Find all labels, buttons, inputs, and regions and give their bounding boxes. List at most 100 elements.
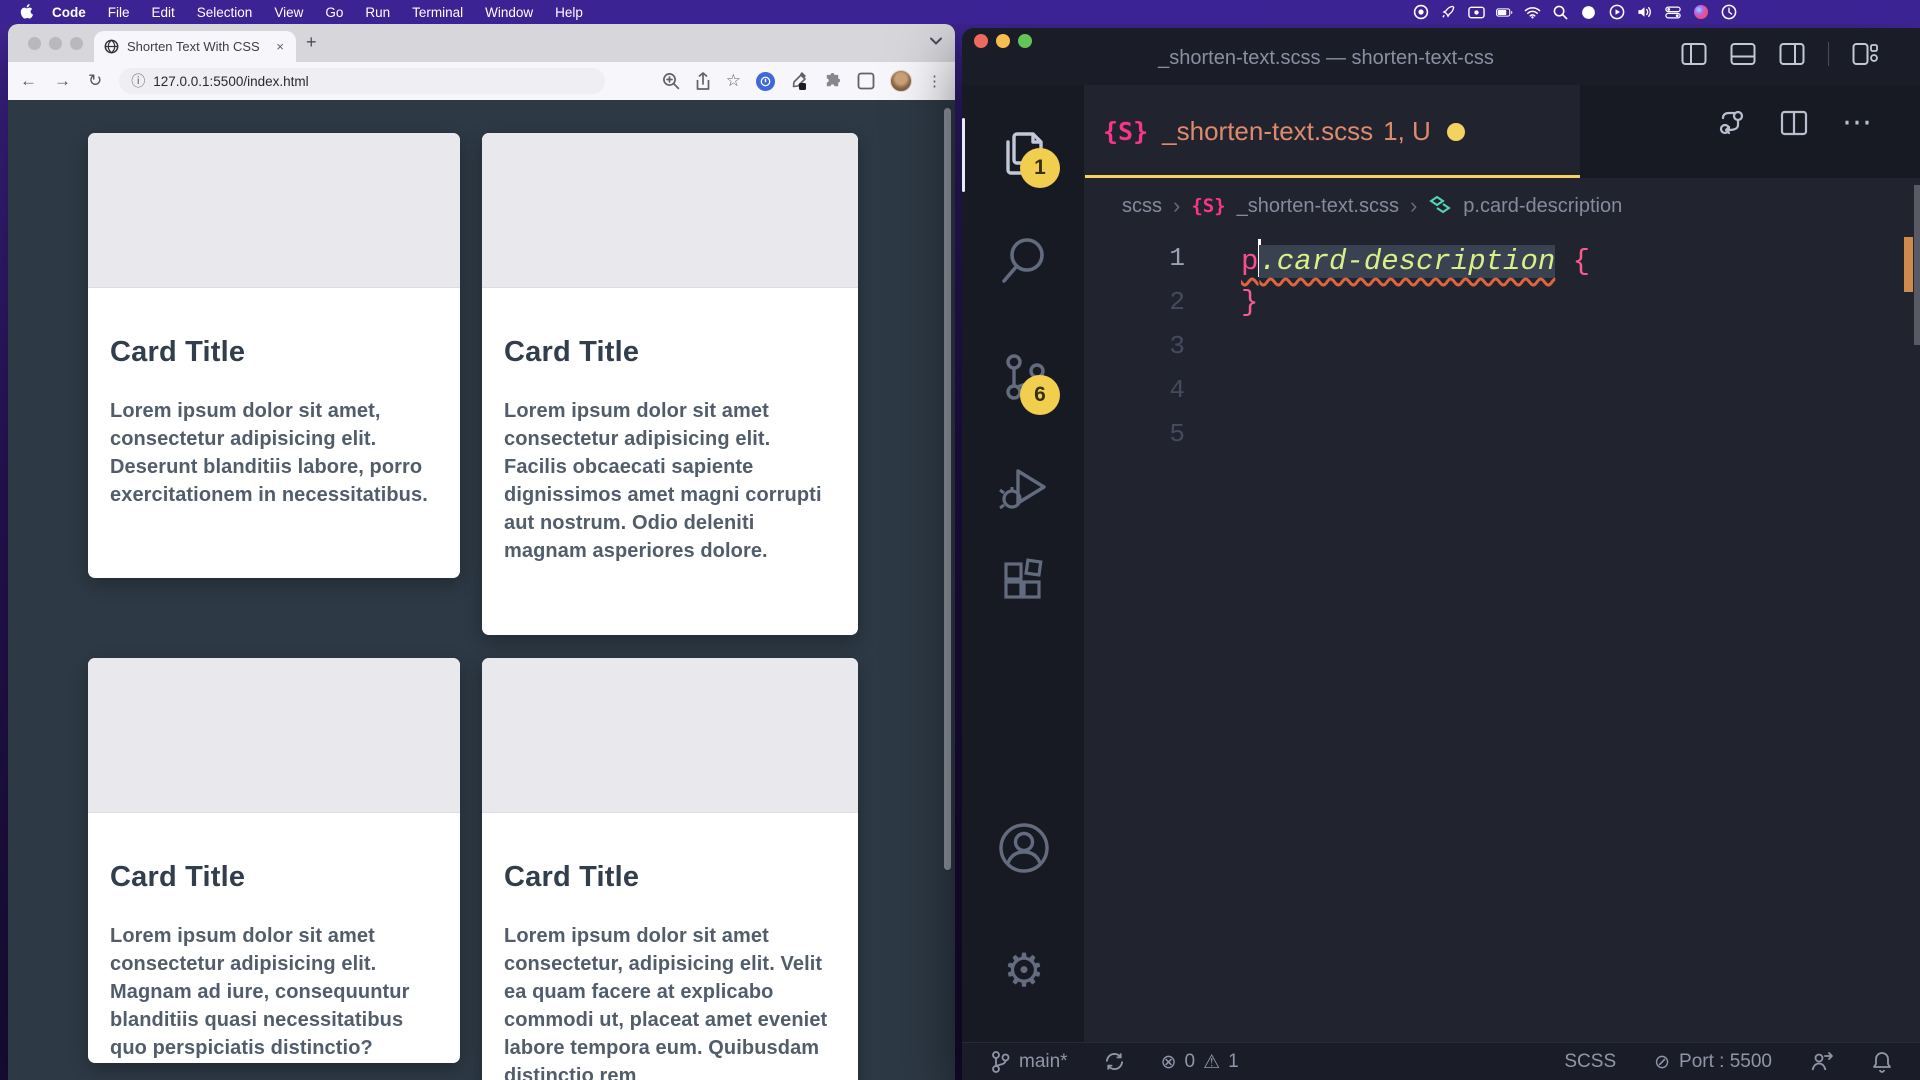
line-number: 2 (1085, 287, 1185, 317)
menu-item-file[interactable]: File (97, 5, 141, 20)
code-line[interactable]: 4 (1085, 368, 1920, 412)
code-line[interactable]: 5 (1085, 412, 1920, 456)
apple-logo-icon[interactable] (20, 4, 35, 21)
browser-menu-icon[interactable]: ⋮ (927, 72, 943, 90)
branch-indicator[interactable]: main* (990, 1050, 1068, 1074)
settings-gear-icon[interactable]: ⚙ (994, 940, 1054, 1000)
profile-avatar[interactable] (890, 70, 912, 92)
breadcrumb-symbol[interactable]: p.card-description (1463, 195, 1622, 218)
new-tab-button[interactable]: + (306, 32, 317, 53)
warning-count: 1 (1228, 1051, 1239, 1073)
browser-tab[interactable]: Shorten Text With CSS × (94, 31, 296, 62)
control-center-icon[interactable] (1664, 4, 1681, 21)
card: Card Title Lorem ipsum dolor sit amet co… (482, 658, 858, 1080)
run-debug-icon[interactable] (994, 457, 1054, 517)
tab-close-icon[interactable]: × (274, 39, 286, 54)
browser-tab-title: Shorten Text With CSS (127, 39, 274, 54)
card-title: Card Title (504, 861, 836, 894)
extensions-puzzle-icon[interactable] (823, 72, 842, 91)
editor-scrollbar[interactable] (1914, 185, 1920, 345)
side-panel-icon[interactable] (857, 72, 875, 90)
reload-button[interactable]: ↻ (88, 71, 102, 91)
code-token-class-selector: .card-description (1259, 245, 1555, 278)
card-description: Lorem ipsum dolor sit amet consectetur a… (110, 922, 438, 1062)
code-line[interactable]: 1 p.card-description { (1085, 236, 1920, 280)
minimize-window-button[interactable] (49, 37, 62, 50)
breadcrumb[interactable]: scss › {S} _shorten-text.scss › p.card-d… (1122, 185, 1622, 227)
live-server-port[interactable]: ⊘ Port : 5500 (1654, 1051, 1772, 1073)
breadcrumb-folder[interactable]: scss (1122, 195, 1162, 218)
play-circle-icon[interactable] (1608, 4, 1625, 21)
problems-indicator[interactable]: ⊗ 0 ⚠ 1 (1161, 1051, 1239, 1073)
code-line[interactable]: 3 (1085, 324, 1920, 368)
editor-tab[interactable]: {S} _shorten-text.scss 1, U (1085, 85, 1580, 178)
colorpicker-extension-icon[interactable] (790, 72, 808, 90)
editor-group: {S} _shorten-text.scss 1, U ⋯ scss (1085, 85, 1920, 1042)
close-window-button[interactable] (28, 37, 41, 50)
feedback-icon[interactable] (1810, 1051, 1834, 1073)
open-changes-icon[interactable] (1718, 109, 1746, 137)
branch-name[interactable]: main* (1019, 1051, 1068, 1073)
menu-item-run[interactable]: Run (354, 5, 401, 20)
bookmark-star-icon[interactable]: ☆ (726, 71, 741, 91)
tab-search-chevron-icon[interactable] (929, 36, 943, 46)
port-label[interactable]: Port : 5500 (1679, 1051, 1772, 1073)
card: Card Title Lorem ipsum dolor sit amet, c… (88, 133, 460, 578)
code-area[interactable]: 1 p.card-description { 2 } 3 4 5 (1085, 236, 1920, 456)
menu-item-app[interactable]: Code (41, 5, 97, 20)
menu-item-help[interactable]: Help (544, 5, 594, 20)
menu-item-selection[interactable]: Selection (186, 5, 264, 20)
password-manager-extension-icon[interactable] (756, 72, 775, 91)
wifi-icon[interactable] (1524, 4, 1541, 21)
toggle-panel-icon[interactable] (1730, 42, 1756, 66)
unsaved-dot-icon[interactable] (1447, 123, 1465, 141)
share-icon[interactable] (695, 72, 711, 91)
notifications-bell-icon[interactable] (1872, 1051, 1892, 1073)
scss-icon: {S} (1191, 195, 1225, 217)
clock-icon[interactable] (1720, 4, 1737, 21)
menu-item-go[interactable]: Go (314, 5, 354, 20)
url-text[interactable]: 127.0.0.1:5500/index.html (153, 74, 308, 89)
menu-item-window[interactable]: Window (474, 5, 544, 20)
toggle-primary-sidebar-icon[interactable] (1681, 42, 1707, 66)
git-branch-icon (990, 1050, 1010, 1074)
menu-item-view[interactable]: View (263, 5, 314, 20)
more-actions-icon[interactable]: ⋯ (1842, 113, 1872, 133)
forward-button[interactable]: → (54, 71, 71, 91)
zoom-window-button[interactable] (70, 37, 83, 50)
battery-icon[interactable] (1496, 4, 1513, 21)
menu-item-terminal[interactable]: Terminal (401, 5, 474, 20)
source-control-badge: 6 (1020, 375, 1060, 415)
card-description: Lorem ipsum dolor sit amet, consectetur … (110, 397, 438, 509)
sync-changes-button[interactable] (1104, 1051, 1125, 1072)
siri-icon[interactable] (1692, 4, 1709, 21)
split-editor-icon[interactable] (1780, 110, 1808, 136)
explorer-badge: 1 (1020, 148, 1060, 188)
close-window-button[interactable] (974, 34, 988, 48)
site-info-icon[interactable]: ⓘ (131, 71, 145, 91)
search-icon[interactable] (994, 230, 1054, 290)
card: Card Title Lorem ipsum dolor sit amet co… (88, 658, 460, 1063)
zoom-icon[interactable] (662, 72, 680, 90)
spotlight-search-icon[interactable] (1552, 4, 1569, 21)
back-button[interactable]: ← (20, 71, 37, 91)
browser-tab-strip: Shorten Text With CSS × + (8, 24, 955, 62)
do-not-disturb-icon[interactable] (1580, 4, 1597, 21)
page-scrollbar[interactable] (944, 108, 951, 870)
screen-record-icon[interactable] (1468, 4, 1485, 21)
rocket-icon[interactable] (1440, 4, 1457, 21)
account-icon[interactable] (994, 818, 1054, 878)
toggle-secondary-sidebar-icon[interactable] (1779, 42, 1805, 66)
menu-item-edit[interactable]: Edit (141, 5, 186, 20)
language-mode[interactable]: SCSS (1564, 1051, 1616, 1073)
code-line[interactable]: 2 } (1085, 280, 1920, 324)
record-icon[interactable] (1412, 4, 1429, 21)
volume-icon[interactable] (1636, 4, 1653, 21)
breadcrumb-file[interactable]: _shorten-text.scss (1237, 195, 1399, 218)
extensions-icon[interactable] (994, 552, 1054, 612)
minimize-window-button[interactable] (996, 34, 1010, 48)
vscode-title-bar: _shorten-text.scss — shorten-text-css (962, 28, 1920, 85)
vscode-window-title: _shorten-text.scss — shorten-text-css (1022, 28, 1630, 85)
address-bar[interactable]: ⓘ 127.0.0.1:5500/index.html (119, 68, 605, 94)
customize-layout-icon[interactable] (1852, 42, 1878, 66)
